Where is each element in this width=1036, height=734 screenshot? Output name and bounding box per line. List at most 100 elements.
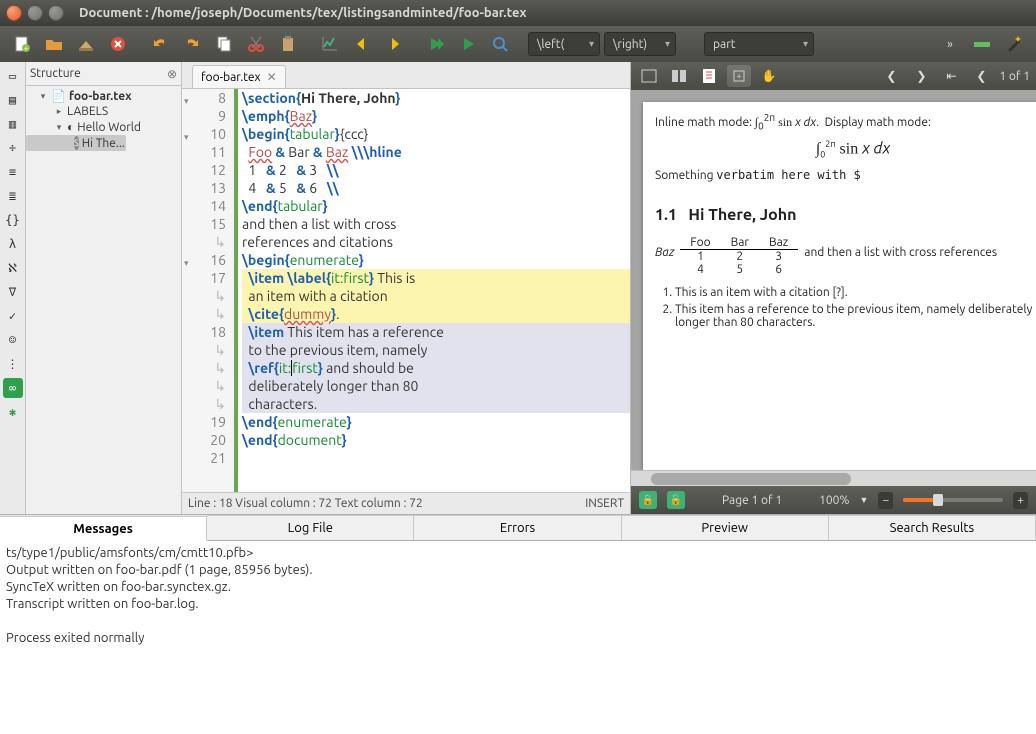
preview-hscrollbar[interactable] — [631, 470, 1036, 486]
preview-statusbar: 🔒 🔓 Page 1 of 1 100% ▼ − + — [631, 486, 1036, 514]
prev-pages-icon[interactable] — [667, 65, 691, 87]
rail-icon[interactable]: ✱ — [3, 402, 23, 422]
rail-icon[interactable]: ≣ — [3, 186, 23, 206]
section-dropdown[interactable]: part — [704, 32, 814, 56]
log-output[interactable]: ts/type1/public/amsfonts/cm/cmtt10.pfb> … — [0, 541, 1036, 734]
prev-page-layout-icon[interactable] — [637, 65, 661, 87]
tab-search[interactable]: Search Results — [829, 515, 1036, 540]
tree-hi[interactable]: Hi The... — [82, 137, 125, 150]
structure-close-icon[interactable]: ⊗ — [167, 67, 177, 81]
tab-close-icon[interactable]: ✕ — [267, 70, 277, 84]
rail-icon[interactable]: ▥ — [3, 114, 23, 134]
rail-icon[interactable]: ⋮ — [3, 354, 23, 374]
zoom-in-button[interactable]: + — [1013, 492, 1028, 509]
prev-forward-icon[interactable]: ❯ — [909, 65, 933, 87]
pdf-secno: 1.1 — [655, 206, 677, 224]
window-minimize-button[interactable] — [27, 5, 43, 21]
editor-tab[interactable]: foo-bar.tex ✕ — [192, 65, 286, 88]
build-button[interactable] — [454, 30, 482, 58]
pdf-list-item: This is an item with a citation [?]. — [675, 286, 1036, 299]
view-button[interactable] — [486, 30, 514, 58]
nav-back-button[interactable] — [348, 30, 376, 58]
tab-label: foo-bar.tex — [201, 71, 261, 84]
rail-icon[interactable]: ℵ — [3, 258, 23, 278]
code-editor[interactable]: ▾89▾101112131415↳▾16⚠️17↳↳18↳↳↳↳192021 \… — [182, 89, 630, 492]
preview-toolbar: + ✋ ❮ ❯ ⇤ ❮ 1 of 1 — [631, 62, 1036, 90]
window-titlebar: Document : /home/joseph/Documents/tex/li… — [0, 0, 1036, 26]
status-position: Line : 18 Visual column : 72 Text column… — [188, 497, 423, 510]
tree-hello[interactable]: Hello World — [77, 121, 141, 134]
open-file-button[interactable] — [40, 30, 68, 58]
rail-icon[interactable]: ☺ — [3, 330, 23, 350]
rail-icon[interactable]: ÷ — [3, 138, 23, 158]
rail-icon[interactable]: {} — [3, 210, 23, 230]
undo-button[interactable] — [146, 30, 174, 58]
prev-fit-icon[interactable]: + — [727, 65, 751, 87]
tree-labels[interactable]: LABELS — [67, 105, 108, 118]
prev-pdf-icon[interactable] — [697, 65, 721, 87]
prev-first-icon[interactable]: ⇤ — [939, 65, 963, 87]
structure-title: Structure — [30, 67, 81, 80]
section-icon: ◐ — [67, 120, 74, 134]
tab-logfile[interactable]: Log File — [207, 515, 414, 540]
structure-tree[interactable]: ▾📄 foo-bar.tex ▸LABELS ▾◐ Hello World S … — [26, 86, 181, 153]
rail-icon[interactable]: ∞ — [3, 378, 23, 398]
highlight-button[interactable] — [968, 30, 996, 58]
lock-open-icon[interactable]: 🔓 — [667, 491, 685, 509]
new-file-button[interactable]: + — [8, 30, 36, 58]
rail-icon[interactable]: ∇ — [3, 282, 23, 302]
copy-button[interactable] — [210, 30, 238, 58]
paste-button[interactable] — [274, 30, 302, 58]
editor-statusbar: Line : 18 Visual column : 72 Text column… — [182, 492, 630, 514]
build-run-button[interactable] — [422, 30, 450, 58]
main-toolbar: + \left( \right) part » — [0, 26, 1036, 62]
rail-icon[interactable]: ✓ — [3, 306, 23, 326]
nav-forward-button[interactable] — [380, 30, 408, 58]
tree-root[interactable]: foo-bar.tex — [69, 90, 132, 103]
zoom-slider[interactable] — [903, 498, 1003, 502]
rail-icon[interactable]: λ — [3, 234, 23, 254]
window-close-button[interactable] — [6, 5, 22, 21]
pdf-rowlabel: Baz — [655, 246, 674, 259]
editor-column: foo-bar.tex ✕ ▾89▾101112131415↳▾16⚠️17↳↳… — [182, 62, 631, 514]
chevron-down-icon[interactable]: ▼ — [860, 495, 869, 505]
prev-back-icon[interactable]: ❮ — [879, 65, 903, 87]
prev-hand-icon[interactable]: ✋ — [757, 65, 781, 87]
rail-icon[interactable]: ▭ — [3, 66, 23, 86]
zoom-out-button[interactable]: − — [878, 492, 893, 509]
save-button[interactable] — [72, 30, 100, 58]
left-delim-dropdown[interactable]: \left( — [528, 32, 600, 56]
more-button[interactable]: » — [936, 30, 964, 58]
plot-button[interactable] — [316, 30, 344, 58]
close-file-button[interactable] — [104, 30, 132, 58]
svg-text:+: + — [736, 71, 741, 81]
bottom-panel: Messages Log File Errors Preview Search … — [0, 514, 1036, 734]
preview-page-label: Page 1 of 1 — [695, 494, 809, 507]
rail-icon[interactable]: ≡ — [3, 162, 23, 182]
wizard-button[interactable] — [1000, 30, 1028, 58]
bottom-tabs: Messages Log File Errors Preview Search … — [0, 515, 1036, 541]
tab-errors[interactable]: Errors — [414, 515, 621, 540]
tab-preview[interactable]: Preview — [622, 515, 829, 540]
pdf-trail: and then a list with cross references — [804, 246, 997, 259]
lock-icon[interactable]: 🔒 — [639, 491, 657, 509]
tab-messages[interactable]: Messages — [0, 516, 207, 541]
right-delim-dropdown[interactable]: \right) — [604, 32, 676, 56]
preview-page-counter: 1 of 1 — [999, 70, 1030, 83]
pdf-text: Inline math mode: — [655, 116, 752, 129]
prev-prev-icon[interactable]: ❮ — [969, 65, 993, 87]
preview-zoom-label: 100% — [819, 494, 849, 507]
pdf-list-item: This item has a reference to the previou… — [675, 303, 1036, 329]
rail-icon[interactable]: ▤ — [3, 90, 23, 110]
pdf-table: FooBarBaz 123 456 — [680, 236, 798, 276]
subsection-icon: S — [74, 136, 79, 150]
pdf-canvas[interactable]: Inline math mode: ∫02π sin x dx. Display… — [631, 90, 1036, 470]
preview-column: + ✋ ❮ ❯ ⇤ ❮ 1 of 1 Inline math mode: ∫02… — [631, 62, 1036, 514]
pdf-text: Something — [655, 169, 716, 182]
pdf-text: Display math mode: — [825, 116, 931, 129]
pdf-verbatim: verbatim here with $ — [716, 168, 861, 182]
redo-button[interactable] — [178, 30, 206, 58]
cut-button[interactable] — [242, 30, 270, 58]
editor-tabstrip: foo-bar.tex ✕ — [182, 62, 630, 89]
window-maximize-button[interactable] — [48, 5, 64, 21]
